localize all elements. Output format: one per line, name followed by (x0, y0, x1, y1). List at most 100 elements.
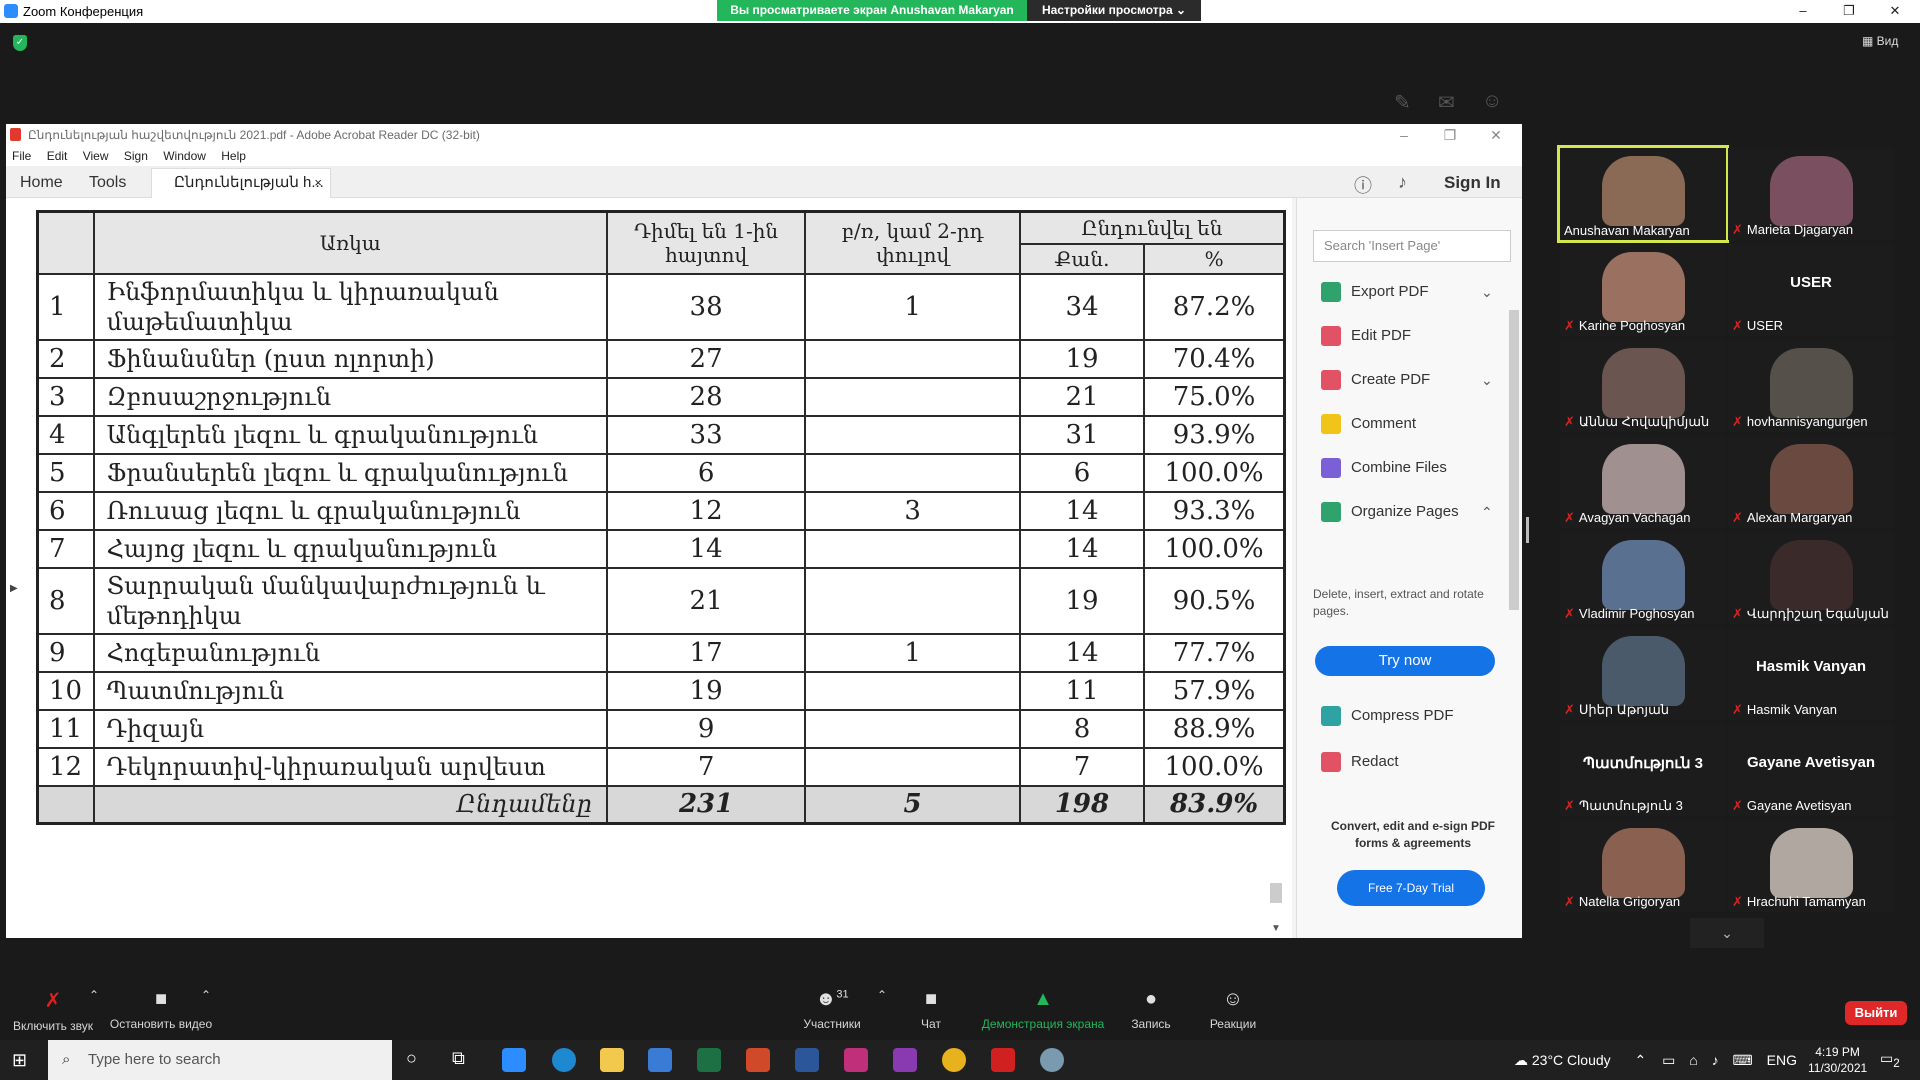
chevron-up-icon: ⌃ (200, 988, 212, 1002)
volume-icon[interactable]: ♪ (1712, 1052, 1719, 1068)
participant-tile[interactable]: Hasmik Vanyan ✗ Hasmik Vanyan (1728, 628, 1894, 720)
participant-tile[interactable]: ✗ Alexan Margaryan (1728, 436, 1894, 528)
cortana-icon[interactable]: ○ (406, 1048, 417, 1069)
bell-icon[interactable]: ♪ (1398, 172, 1407, 193)
sign-icon[interactable]: ✎ (1394, 90, 1411, 115)
participant-tile[interactable]: ✗ Karine Poghosyan (1560, 244, 1726, 336)
mail-icon[interactable]: ✉ (1438, 90, 1455, 115)
tool-redact[interactable]: Redact (1321, 748, 1399, 776)
edge-taskbar-icon[interactable] (552, 1048, 576, 1072)
word-taskbar-icon[interactable] (795, 1048, 819, 1072)
try-now-button[interactable]: Try now (1315, 646, 1495, 676)
chrome-taskbar-icon[interactable] (942, 1048, 966, 1072)
tab-tools[interactable]: Tools (89, 174, 126, 192)
keyboard-icon[interactable]: ⌨ (1733, 1052, 1753, 1068)
shield-icon[interactable]: ✓ (13, 35, 27, 51)
tools-pane-scrollbar[interactable] (1507, 298, 1521, 758)
participant-tile[interactable]: ✗ Natella Grigoryan (1560, 820, 1726, 912)
scroll-thumb[interactable] (1509, 310, 1519, 610)
document-view[interactable]: ▶ Առկա Դիմել են 1-ին հայտով բ/ռ, կամ 2-ր… (6, 198, 1292, 938)
participant-tile[interactable]: ✗ Hrachuhi Tamamyan (1728, 820, 1894, 912)
windows-start-icon[interactable]: ⊞ (12, 1050, 27, 1071)
tool-organize-pages[interactable]: Organize Pages ⌃ (1321, 498, 1493, 526)
participant-tile[interactable]: Gayane Avetisyan ✗ Gayane Avetisyan (1728, 724, 1894, 816)
participants-button[interactable]: ☻31 Участники (792, 988, 872, 1031)
taskbar-search-input[interactable]: ⌕ Type here to search (48, 1040, 392, 1080)
app-taskbar-icon[interactable] (1040, 1048, 1064, 1072)
powerpoint-taskbar-icon[interactable] (746, 1048, 770, 1072)
participant-tile[interactable]: ✗ Աննա Հովակիմյան (1560, 340, 1726, 432)
participant-tile[interactable]: ✗ Vladimir Poghosyan (1560, 532, 1726, 624)
view-button[interactable]: ▦ Вид (1862, 34, 1898, 48)
video-options-chevron[interactable]: ⌃ (196, 988, 216, 1002)
tray-overflow-icon[interactable]: ⌃ (1635, 1052, 1647, 1068)
scroll-thumb[interactable] (1270, 883, 1282, 903)
access-taskbar-icon[interactable] (844, 1048, 868, 1072)
tool-combine-files[interactable]: Combine Files (1321, 454, 1447, 482)
menu-file[interactable]: File (12, 149, 31, 163)
tools-search-input[interactable]: Search 'Insert Page' (1313, 230, 1511, 262)
free-trial-button[interactable]: Free 7-Day Trial (1337, 870, 1485, 906)
menu-sign[interactable]: Sign (124, 149, 148, 163)
tool-comment[interactable]: Comment (1321, 410, 1416, 438)
reactions-button[interactable]: ☺ Реакции (1200, 988, 1266, 1031)
close-button[interactable]: ✕ (1872, 0, 1918, 23)
share-user-icon[interactable]: ☺ (1482, 90, 1502, 113)
participant-tile[interactable]: ✗ Avagyan Vachagan (1560, 436, 1726, 528)
maximize-button[interactable]: ❐ (1826, 0, 1872, 23)
close-tab-icon[interactable]: × (314, 169, 322, 197)
excel-taskbar-icon[interactable] (697, 1048, 721, 1072)
menu-window[interactable]: Window (163, 149, 206, 163)
sign-in-button[interactable]: Sign In (1444, 173, 1501, 193)
notification-icon[interactable]: ▭2 (1880, 1050, 1900, 1070)
view-settings-button[interactable]: Настройки просмотра ⌄ (1027, 0, 1201, 21)
record-button[interactable]: ● Запись (1126, 988, 1176, 1031)
chevron-down-icon[interactable]: ⌄ (1481, 366, 1493, 394)
acrobat-minimize-button[interactable]: – (1384, 124, 1424, 146)
audio-options-chevron[interactable]: ⌃ (84, 988, 104, 1002)
weather-text[interactable]: 23°C Cloudy (1532, 1052, 1611, 1068)
store-taskbar-icon[interactable] (648, 1048, 672, 1072)
tab-home[interactable]: Home (20, 174, 63, 192)
participant-tile[interactable]: ✗ Marieta Djagaryan (1728, 148, 1894, 240)
battery-icon[interactable]: ▭ (1662, 1052, 1675, 1068)
acrobat-maximize-button[interactable]: ❐ (1430, 124, 1470, 146)
acrobat-taskbar-icon[interactable] (991, 1048, 1015, 1072)
participant-tile[interactable]: ✗ hovhannisyangurgen (1728, 340, 1894, 432)
task-view-icon[interactable]: ⧉ (452, 1048, 465, 1069)
minimize-button[interactable]: – (1780, 0, 1826, 23)
scroll-down-icon[interactable]: ▼ (1271, 923, 1281, 934)
language-indicator[interactable]: ENG (1767, 1052, 1797, 1068)
participants-options-chevron[interactable]: ⌃ (872, 988, 892, 1002)
document-scrollbar[interactable]: ▼ (1268, 883, 1284, 938)
chat-button[interactable]: ■ Чат (906, 988, 956, 1031)
chevron-down-icon[interactable]: ⌄ (1481, 278, 1493, 306)
participant-tile[interactable]: USER ✗ USER (1728, 244, 1894, 336)
expand-left-panel-icon[interactable]: ▶ (10, 583, 18, 594)
tool-edit-pdf[interactable]: Edit PDF (1321, 322, 1411, 350)
tool-export-pdf[interactable]: Export PDF ⌄ (1321, 278, 1493, 306)
help-icon[interactable]: ⓘ (1354, 172, 1372, 198)
participant-tile[interactable]: ✗ Վարդիշաղ Եգանյան (1728, 532, 1894, 624)
share-screen-button[interactable]: ▲ Демонстрация экрана (976, 988, 1110, 1031)
tab-document[interactable]: Ընդունելության h... × (151, 168, 331, 198)
acrobat-close-button[interactable]: ✕ (1476, 124, 1516, 146)
menu-edit[interactable]: Edit (47, 149, 68, 163)
tool-compress-pdf[interactable]: Compress PDF (1321, 702, 1454, 730)
system-clock[interactable]: 4:19 PM 11/30/2021 (1808, 1044, 1867, 1076)
app-taskbar-icon[interactable] (893, 1048, 917, 1072)
chevron-up-icon[interactable]: ⌃ (1481, 498, 1493, 526)
menu-help[interactable]: Help (221, 149, 246, 163)
menu-view[interactable]: View (83, 149, 109, 163)
participant-tile[interactable]: Anushavan Makaryan (1557, 145, 1729, 243)
leave-button[interactable]: Выйти (1845, 1001, 1907, 1025)
gallery-next-page-icon[interactable]: ⌄ (1690, 918, 1764, 948)
participant-tile[interactable]: ✗ Սիեր Աթոյան (1560, 628, 1726, 720)
participant-tile[interactable]: Պատմություն 3 ✗ Պատմություն 3 (1560, 724, 1726, 816)
file-explorer-taskbar-icon[interactable] (600, 1048, 624, 1072)
network-icon[interactable]: ⌂ (1689, 1052, 1697, 1068)
tool-create-pdf[interactable]: Create PDF ⌄ (1321, 366, 1493, 394)
panel-splitter[interactable] (1526, 517, 1529, 543)
zoom-taskbar-icon[interactable] (502, 1048, 526, 1072)
participant-name-display: USER (1790, 274, 1832, 291)
